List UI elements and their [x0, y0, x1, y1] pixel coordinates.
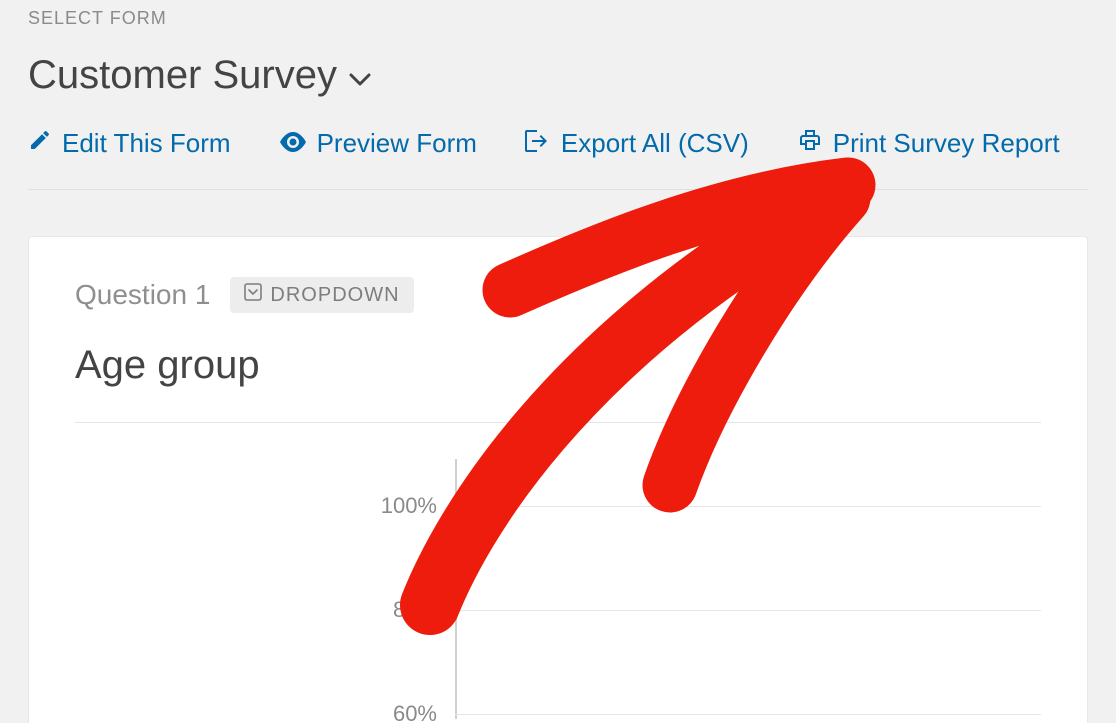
divider — [75, 422, 1041, 423]
edit-form-link[interactable]: Edit This Form — [28, 128, 231, 159]
dropdown-icon — [244, 283, 262, 307]
selected-form-name: Customer Survey — [28, 53, 337, 98]
question-card: Question 1 DROPDOWN Age group 100% 8 — [28, 236, 1088, 723]
gridline — [455, 610, 1041, 611]
preview-form-link[interactable]: Preview Form — [279, 128, 477, 159]
field-type-label: DROPDOWN — [270, 284, 399, 307]
eye-icon — [279, 128, 307, 159]
gridline — [455, 714, 1041, 715]
pencil-icon — [28, 128, 52, 159]
edit-form-label: Edit This Form — [62, 128, 231, 159]
gridline — [455, 506, 1041, 507]
actions-bar: Edit This Form Preview Form Export All (… — [28, 128, 1088, 190]
preview-form-label: Preview Form — [317, 128, 477, 159]
chevron-down-icon — [349, 65, 371, 87]
print-icon — [797, 128, 823, 159]
y-tick-80: 80% — [75, 597, 455, 623]
export-icon — [525, 128, 551, 159]
chart: 100% 80% 60% — [75, 459, 1041, 719]
question-number: Question 1 — [75, 279, 210, 311]
y-tick-60: 60% — [75, 701, 455, 723]
question-title: Age group — [75, 343, 1041, 388]
form-selector[interactable]: Customer Survey — [28, 53, 1088, 98]
export-csv-link[interactable]: Export All (CSV) — [525, 128, 749, 159]
print-report-label: Print Survey Report — [833, 128, 1060, 159]
export-csv-label: Export All (CSV) — [561, 128, 749, 159]
print-report-link[interactable]: Print Survey Report — [797, 128, 1060, 159]
select-form-label: SELECT FORM — [28, 0, 1088, 29]
field-type-badge: DROPDOWN — [230, 277, 413, 313]
y-tick-100: 100% — [75, 493, 455, 519]
